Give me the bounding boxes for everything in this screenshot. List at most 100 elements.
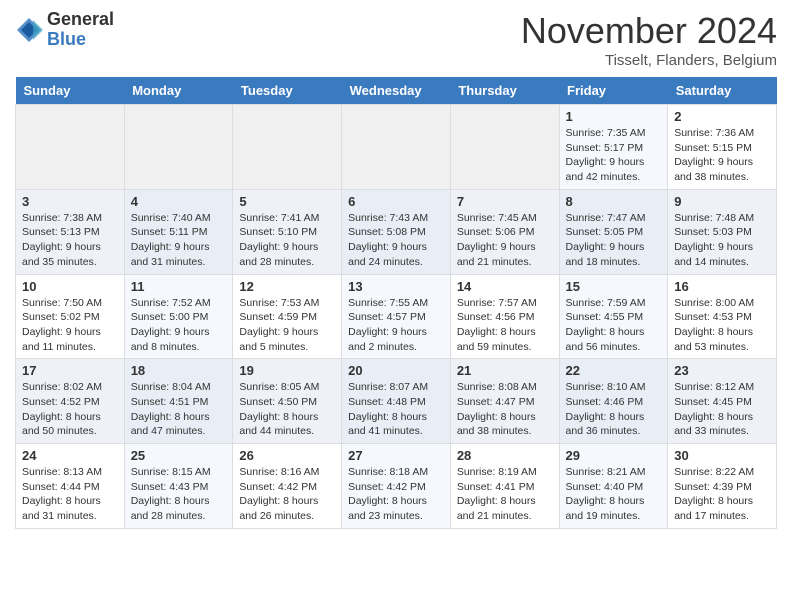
calendar-cell: 26Sunrise: 8:16 AM Sunset: 4:42 PM Dayli… [233, 444, 342, 529]
day-number: 21 [457, 363, 553, 378]
calendar-cell: 17 Sunrise: 8:02 AM Sunset: 4:52 PM Dayli… [16, 359, 125, 444]
day-info: Sunrise: 8:18 AM Sunset: 4:42 PM Dayligh… [348, 465, 444, 524]
day-info: Sunrise: 7:41 AM Sunset: 5:10 PM Dayligh… [239, 211, 335, 270]
day-info: Sunrise: 7:53 AM Sunset: 4:59 PM Dayligh… [239, 296, 335, 355]
calendar-cell [450, 105, 559, 190]
calendar-cell [16, 105, 125, 190]
day-info: Sunrise: 8:21 AM Sunset: 4:40 PM Dayligh… [566, 465, 662, 524]
calendar-cell: 15 Sunrise: 7:59 AM Sunset: 4:55 PM Dayli… [559, 274, 668, 359]
day-number: 29 [566, 448, 662, 463]
day-info: Sunrise: 8:08 AM Sunset: 4:47 PM Dayligh… [457, 380, 553, 439]
day-number: 13 [348, 279, 444, 294]
day-number: 17 [22, 363, 118, 378]
calendar-cell: 10 Sunrise: 7:50 AM Sunset: 5:02 PM Dayli… [16, 274, 125, 359]
logo-blue: Blue [47, 30, 114, 50]
col-header-friday: Friday [559, 77, 668, 105]
day-number: 19 [239, 363, 335, 378]
calendar-week-1: 1Sunrise: 7:35 AM Sunset: 5:17 PM Daylig… [16, 105, 777, 190]
day-number: 25 [131, 448, 227, 463]
calendar-container: General Blue November 2024 Tisselt, Flan… [0, 0, 792, 539]
calendar-cell: 11 Sunrise: 7:52 AM Sunset: 5:00 PM Dayli… [124, 274, 233, 359]
day-info: Sunrise: 8:05 AM Sunset: 4:50 PM Dayligh… [239, 380, 335, 439]
day-info: Sunrise: 7:45 AM Sunset: 5:06 PM Dayligh… [457, 211, 553, 270]
day-number: 14 [457, 279, 553, 294]
day-info: Sunrise: 7:55 AM Sunset: 4:57 PM Dayligh… [348, 296, 444, 355]
calendar-cell: 8 Sunrise: 7:47 AM Sunset: 5:05 PM Daylig… [559, 189, 668, 274]
header-row: SundayMondayTuesdayWednesdayThursdayFrid… [16, 77, 777, 105]
day-info: Sunrise: 8:22 AM Sunset: 4:39 PM Dayligh… [674, 465, 770, 524]
col-header-sunday: Sunday [16, 77, 125, 105]
calendar-cell [124, 105, 233, 190]
day-number: 10 [22, 279, 118, 294]
day-number: 26 [239, 448, 335, 463]
calendar-week-3: 10 Sunrise: 7:50 AM Sunset: 5:02 PM Dayli… [16, 274, 777, 359]
day-info: Sunrise: 7:57 AM Sunset: 4:56 PM Dayligh… [457, 296, 553, 355]
day-info: Sunrise: 8:04 AM Sunset: 4:51 PM Dayligh… [131, 380, 227, 439]
day-number: 15 [566, 279, 662, 294]
day-info: Sunrise: 7:59 AM Sunset: 4:55 PM Dayligh… [566, 296, 662, 355]
day-number: 11 [131, 279, 227, 294]
calendar-cell: 7 Sunrise: 7:45 AM Sunset: 5:06 PM Daylig… [450, 189, 559, 274]
calendar-week-2: 3 Sunrise: 7:38 AM Sunset: 5:13 PM Daylig… [16, 189, 777, 274]
calendar-cell: 30Sunrise: 8:22 AM Sunset: 4:39 PM Dayli… [668, 444, 777, 529]
day-info: Sunrise: 8:10 AM Sunset: 4:46 PM Dayligh… [566, 380, 662, 439]
calendar-cell: 9Sunrise: 7:48 AM Sunset: 5:03 PM Daylig… [668, 189, 777, 274]
day-info: Sunrise: 7:40 AM Sunset: 5:11 PM Dayligh… [131, 211, 227, 270]
day-number: 27 [348, 448, 444, 463]
day-info: Sunrise: 8:15 AM Sunset: 4:43 PM Dayligh… [131, 465, 227, 524]
calendar-cell: 5 Sunrise: 7:41 AM Sunset: 5:10 PM Daylig… [233, 189, 342, 274]
calendar-cell: 29 Sunrise: 8:21 AM Sunset: 4:40 PM Dayli… [559, 444, 668, 529]
calendar-week-4: 17 Sunrise: 8:02 AM Sunset: 4:52 PM Dayli… [16, 359, 777, 444]
col-header-monday: Monday [124, 77, 233, 105]
calendar-cell: 16 Sunrise: 8:00 AM Sunset: 4:53 PM Dayli… [668, 274, 777, 359]
month-title: November 2024 [521, 10, 777, 52]
day-info: Sunrise: 7:47 AM Sunset: 5:05 PM Dayligh… [566, 211, 662, 270]
day-info: Sunrise: 7:38 AM Sunset: 5:13 PM Dayligh… [22, 211, 118, 270]
calendar-cell: 14 Sunrise: 7:57 AM Sunset: 4:56 PM Dayli… [450, 274, 559, 359]
calendar-cell: 3 Sunrise: 7:38 AM Sunset: 5:13 PM Daylig… [16, 189, 125, 274]
day-number: 4 [131, 194, 227, 209]
logo-general: General [47, 10, 114, 30]
day-number: 5 [239, 194, 335, 209]
day-number: 2 [674, 109, 770, 124]
calendar-cell: 28 Sunrise: 8:19 AM Sunset: 4:41 PM Dayli… [450, 444, 559, 529]
calendar-cell: 21 Sunrise: 8:08 AM Sunset: 4:47 PM Dayli… [450, 359, 559, 444]
calendar-cell: 18 Sunrise: 8:04 AM Sunset: 4:51 PM Dayli… [124, 359, 233, 444]
calendar-cell: 4 Sunrise: 7:40 AM Sunset: 5:11 PM Daylig… [124, 189, 233, 274]
calendar-cell [233, 105, 342, 190]
day-number: 6 [348, 194, 444, 209]
day-number: 12 [239, 279, 335, 294]
title-area: November 2024 Tisselt, Flanders, Belgium [521, 10, 777, 69]
calendar-cell: 27 Sunrise: 8:18 AM Sunset: 4:42 PM Dayli… [342, 444, 451, 529]
day-info: Sunrise: 8:19 AM Sunset: 4:41 PM Dayligh… [457, 465, 553, 524]
calendar-cell: 20 Sunrise: 8:07 AM Sunset: 4:48 PM Dayli… [342, 359, 451, 444]
calendar-cell: 23Sunrise: 8:12 AM Sunset: 4:45 PM Dayli… [668, 359, 777, 444]
calendar-cell: 25 Sunrise: 8:15 AM Sunset: 4:43 PM Dayli… [124, 444, 233, 529]
calendar-cell: 2Sunrise: 7:36 AM Sunset: 5:15 PM Daylig… [668, 105, 777, 190]
day-info: Sunrise: 8:02 AM Sunset: 4:52 PM Dayligh… [22, 380, 118, 439]
col-header-tuesday: Tuesday [233, 77, 342, 105]
day-number: 8 [566, 194, 662, 209]
day-info: Sunrise: 7:50 AM Sunset: 5:02 PM Dayligh… [22, 296, 118, 355]
col-header-saturday: Saturday [668, 77, 777, 105]
day-number: 9 [674, 194, 770, 209]
day-info: Sunrise: 7:52 AM Sunset: 5:00 PM Dayligh… [131, 296, 227, 355]
day-info: Sunrise: 8:13 AM Sunset: 4:44 PM Dayligh… [22, 465, 118, 524]
day-number: 7 [457, 194, 553, 209]
day-number: 28 [457, 448, 553, 463]
day-number: 16 [674, 279, 770, 294]
calendar-cell: 22 Sunrise: 8:10 AM Sunset: 4:46 PM Dayli… [559, 359, 668, 444]
day-number: 3 [22, 194, 118, 209]
calendar-cell: 6Sunrise: 7:43 AM Sunset: 5:08 PM Daylig… [342, 189, 451, 274]
logo-text: General Blue [47, 10, 114, 50]
day-number: 22 [566, 363, 662, 378]
day-info: Sunrise: 8:12 AM Sunset: 4:45 PM Dayligh… [674, 380, 770, 439]
day-number: 18 [131, 363, 227, 378]
day-info: Sunrise: 8:00 AM Sunset: 4:53 PM Dayligh… [674, 296, 770, 355]
calendar-week-5: 24Sunrise: 8:13 AM Sunset: 4:44 PM Dayli… [16, 444, 777, 529]
day-info: Sunrise: 8:07 AM Sunset: 4:48 PM Dayligh… [348, 380, 444, 439]
day-number: 1 [566, 109, 662, 124]
calendar-cell: 13 Sunrise: 7:55 AM Sunset: 4:57 PM Dayli… [342, 274, 451, 359]
day-number: 20 [348, 363, 444, 378]
calendar-cell: 24Sunrise: 8:13 AM Sunset: 4:44 PM Dayli… [16, 444, 125, 529]
